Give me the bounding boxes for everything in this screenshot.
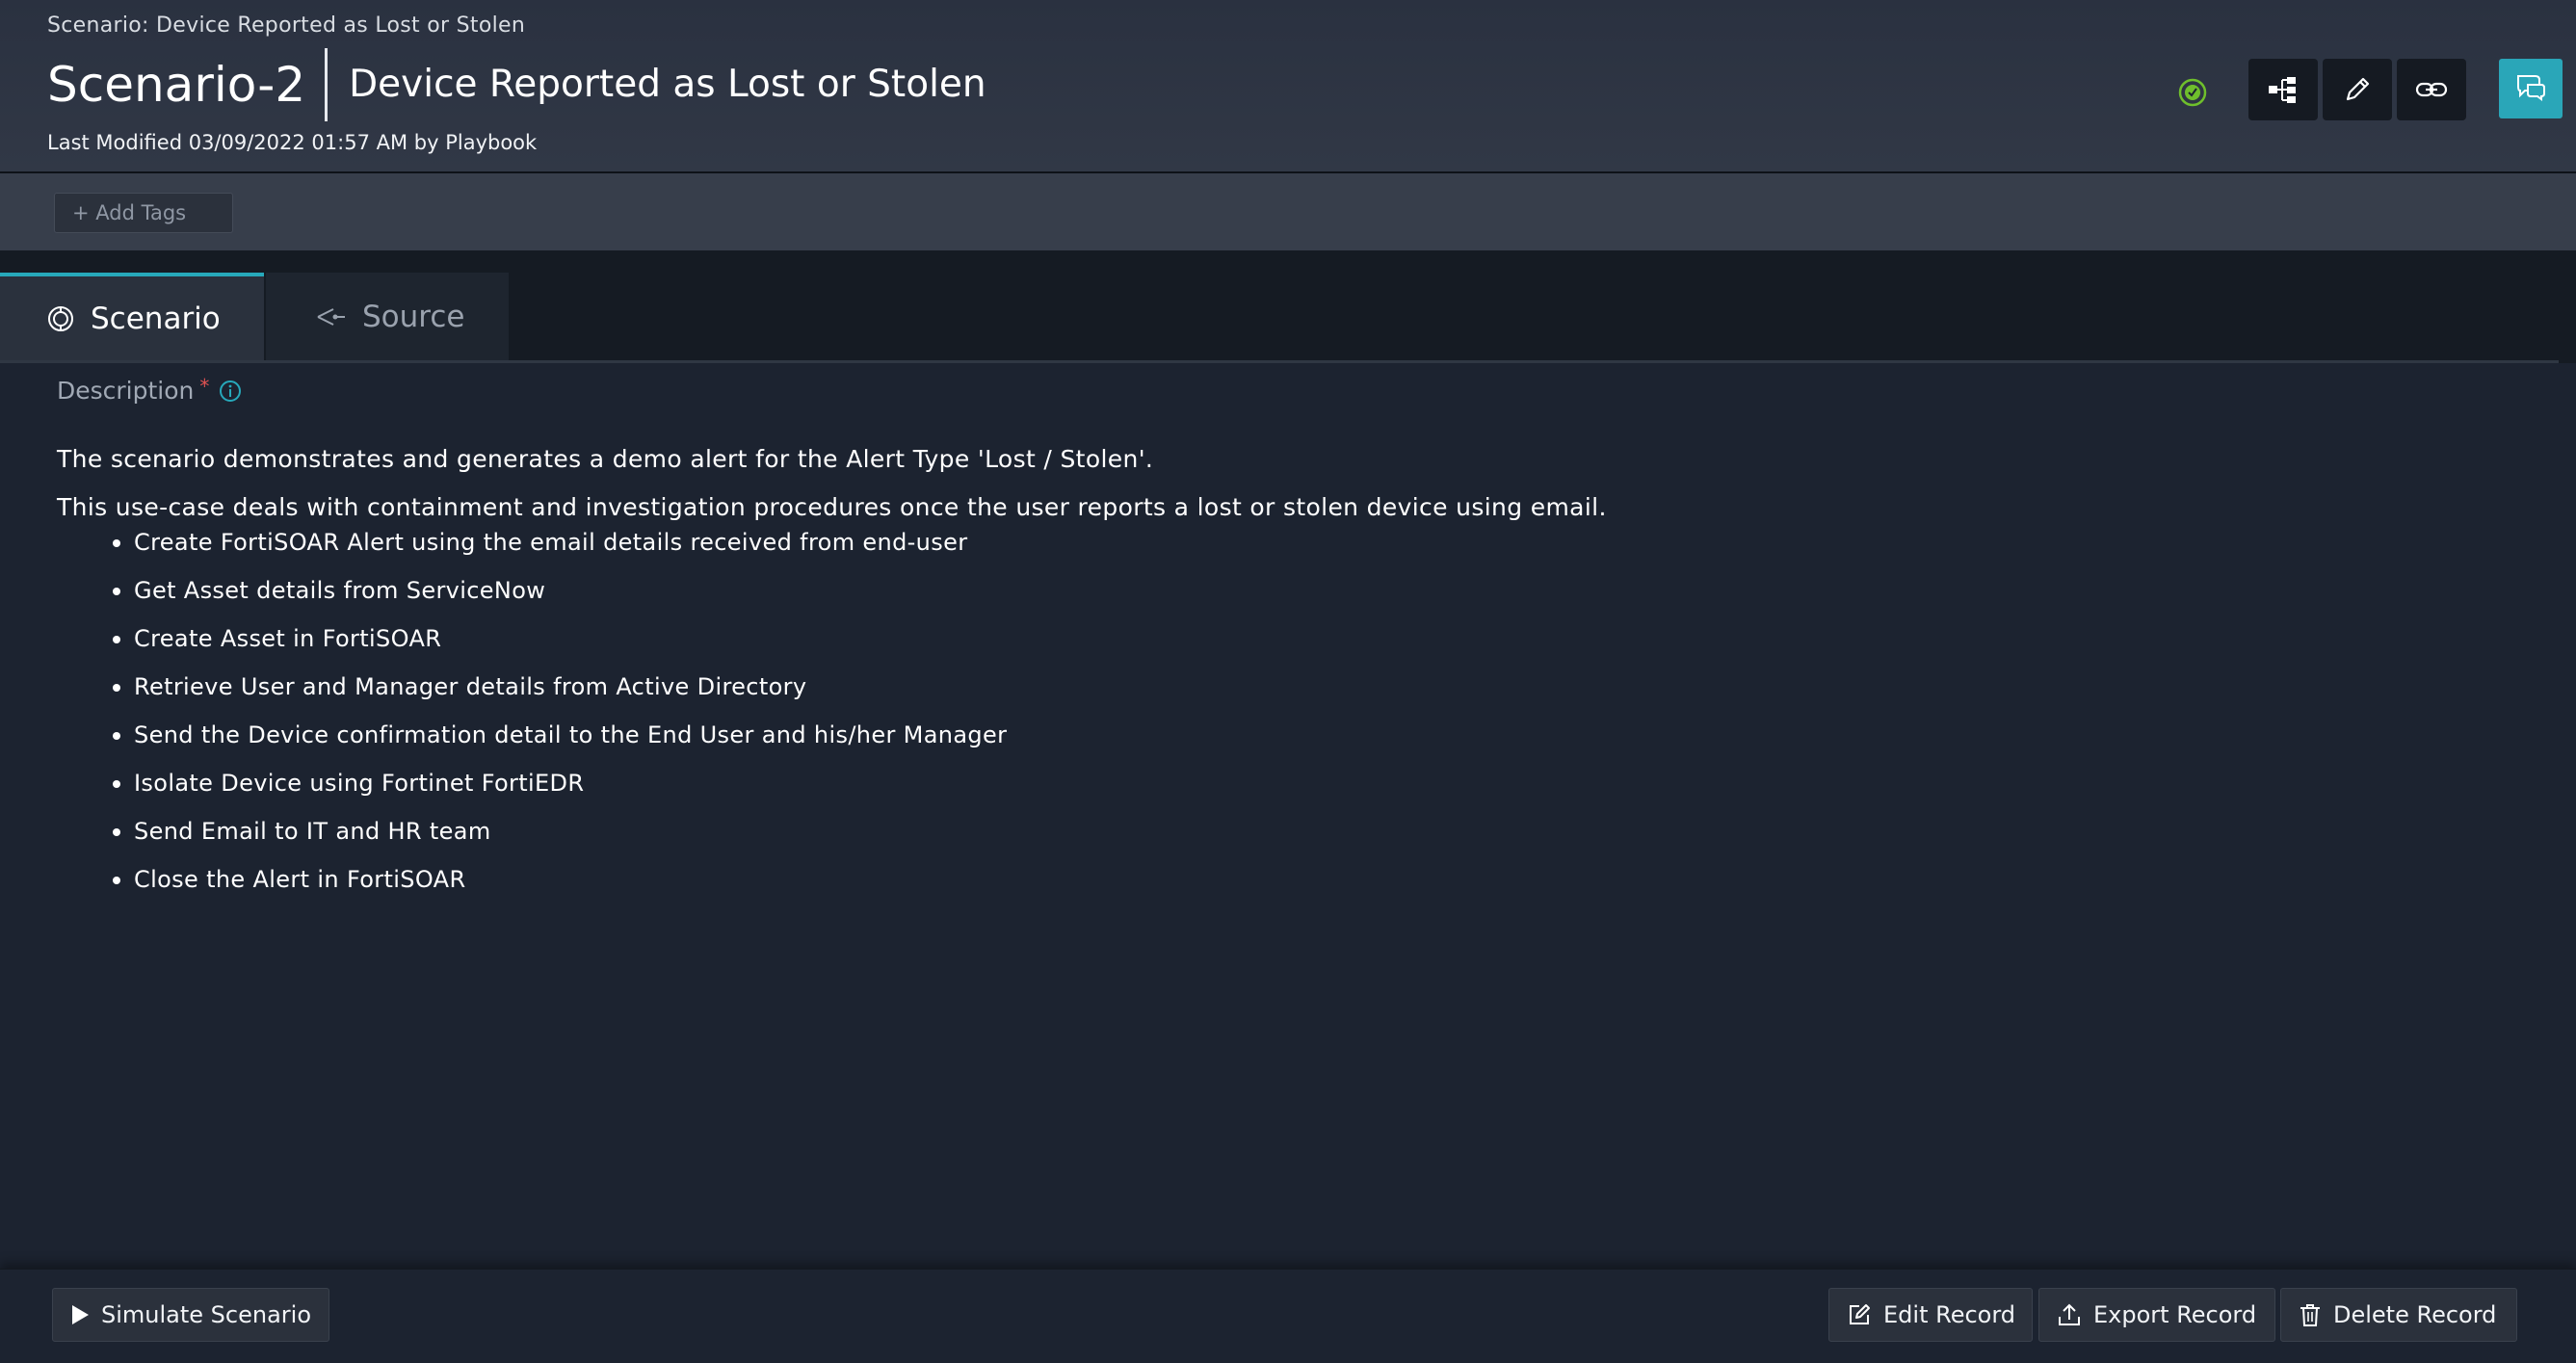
tab-scenario[interactable]: Scenario [0, 273, 264, 361]
export-icon [2057, 1302, 2082, 1327]
tab-source[interactable]: Source [266, 273, 509, 361]
delete-record-button[interactable]: Delete Record [2280, 1288, 2517, 1342]
pencil-icon [2343, 75, 2372, 104]
hierarchy-icon [2268, 75, 2299, 104]
trash-icon [2299, 1302, 2322, 1327]
list-item: Send Email to IT and HR team [0, 814, 1007, 862]
tab-scenario-label: Scenario [91, 301, 221, 336]
breadcrumb: Scenario: Device Reported as Lost or Sto… [47, 13, 526, 38]
record-id: Scenario-2 [47, 57, 306, 113]
description-intro: The scenario demonstrates and generates … [57, 445, 1154, 473]
chat-button[interactable] [2499, 59, 2563, 118]
hierarchy-button[interactable] [2248, 59, 2318, 120]
export-record-label: Export Record [2093, 1301, 2257, 1328]
list-item: Send the Device confirmation detail to t… [0, 718, 1007, 766]
list-item: Get Asset details from ServiceNow [0, 573, 1007, 621]
page-title: Scenario-2 Device Reported as Lost or St… [47, 48, 986, 121]
simulate-scenario-button[interactable]: Simulate Scenario [52, 1288, 329, 1342]
delete-record-label: Delete Record [2333, 1301, 2497, 1328]
list-item: Create Asset in FortiSOAR [0, 621, 1007, 669]
export-record-button[interactable]: Export Record [2038, 1288, 2275, 1342]
step-list: Create FortiSOAR Alert using the email d… [0, 525, 1007, 910]
action-footer: Simulate Scenario Edit Record Export Rec… [0, 1269, 2576, 1363]
description-panel: Description * The scenario demonstrates … [0, 363, 2576, 1269]
required-marker: * [199, 374, 210, 398]
add-tags-input[interactable]: + Add Tags [54, 193, 233, 233]
tags-bar: + Add Tags [0, 173, 2576, 250]
copy-link-button[interactable] [2397, 59, 2466, 120]
info-icon[interactable] [219, 380, 242, 403]
play-icon [70, 1304, 90, 1325]
description-detail: This use-case deals with containment and… [57, 493, 1607, 521]
description-field-label: Description * [57, 374, 242, 405]
link-icon [2415, 80, 2448, 99]
tab-source-label: Source [362, 300, 465, 334]
share-icon [316, 305, 347, 328]
list-item: Isolate Device using Fortinet FortiEDR [0, 766, 1007, 814]
list-item: Retrieve User and Manager details from A… [0, 669, 1007, 718]
edit-pencil-button[interactable] [2323, 59, 2392, 120]
edit-icon [1847, 1302, 1872, 1327]
list-item: Create FortiSOAR Alert using the email d… [0, 525, 1007, 573]
simulate-scenario-label: Simulate Scenario [101, 1301, 312, 1328]
description-label-text: Description [57, 377, 195, 405]
circle-icon [46, 304, 75, 333]
record-header: Scenario: Device Reported as Lost or Sto… [0, 0, 2576, 173]
status-indicator-icon [2177, 77, 2208, 108]
list-item: Close the Alert in FortiSOAR [0, 862, 1007, 910]
record-name: Device Reported as Lost or Stolen [349, 63, 986, 106]
tab-bar: Scenario Source [0, 250, 2576, 363]
edit-record-label: Edit Record [1883, 1301, 2016, 1328]
edit-record-button[interactable]: Edit Record [1828, 1288, 2033, 1342]
chat-bubble-icon [2514, 72, 2547, 105]
last-modified-text: Last Modified 03/09/2022 01:57 AM by Pla… [47, 131, 538, 154]
